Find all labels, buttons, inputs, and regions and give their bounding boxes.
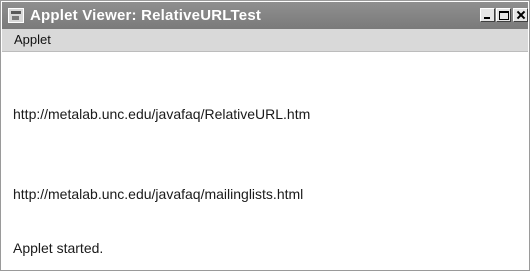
status-text: Applet started. (13, 240, 104, 256)
applet-content-area: http://metalab.unc.edu/javafaq/RelativeU… (2, 52, 528, 270)
close-button[interactable] (513, 8, 528, 22)
url-line-2: http://metalab.unc.edu/javafaq/mailingli… (13, 186, 304, 202)
applet-viewer-window: Applet Viewer: RelativeURLTest Applet ht… (0, 0, 530, 271)
window-title: Applet Viewer: RelativeURLTest (30, 7, 262, 24)
menu-bar: Applet (2, 29, 528, 52)
maximize-button[interactable] (496, 8, 511, 22)
minimize-button[interactable] (480, 8, 495, 22)
java-applet-icon[interactable] (8, 8, 24, 23)
menu-applet[interactable]: Applet (14, 32, 51, 47)
url-line-1: http://metalab.unc.edu/javafaq/RelativeU… (13, 106, 311, 122)
title-bar[interactable]: Applet Viewer: RelativeURLTest (2, 2, 528, 29)
